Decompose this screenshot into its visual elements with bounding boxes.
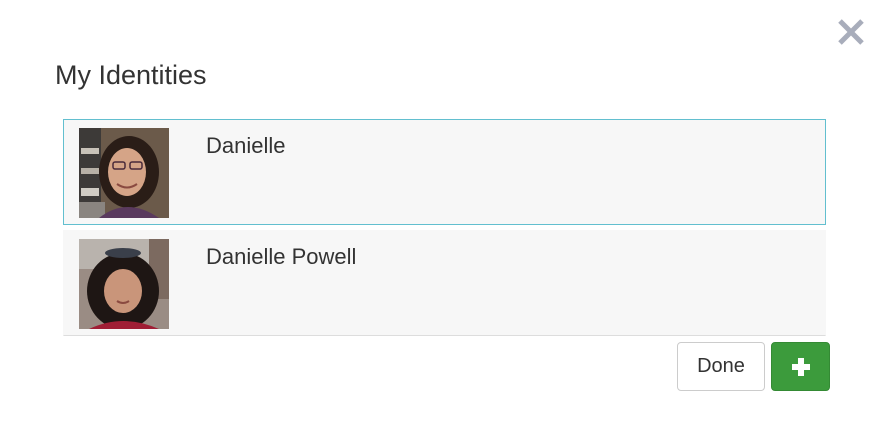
- dialog-title: My Identities: [55, 60, 207, 90]
- avatar: [79, 239, 169, 329]
- add-identity-button[interactable]: [771, 342, 830, 391]
- identity-name: Danielle Powell: [206, 244, 357, 269]
- close-icon: [838, 19, 864, 45]
- identity-item-danielle[interactable]: Danielle: [63, 119, 826, 225]
- identity-list: Danielle Danielle Powell: [63, 119, 826, 336]
- identity-item-danielle-powell[interactable]: Danielle Powell: [63, 230, 826, 336]
- close-button[interactable]: [835, 16, 867, 48]
- identities-dialog: My Identities Danielle Danielle Powell D…: [0, 0, 890, 434]
- done-button[interactable]: Done: [677, 342, 765, 391]
- plus-icon: [791, 357, 810, 376]
- avatar: [79, 128, 169, 218]
- identity-name: Danielle: [206, 133, 286, 158]
